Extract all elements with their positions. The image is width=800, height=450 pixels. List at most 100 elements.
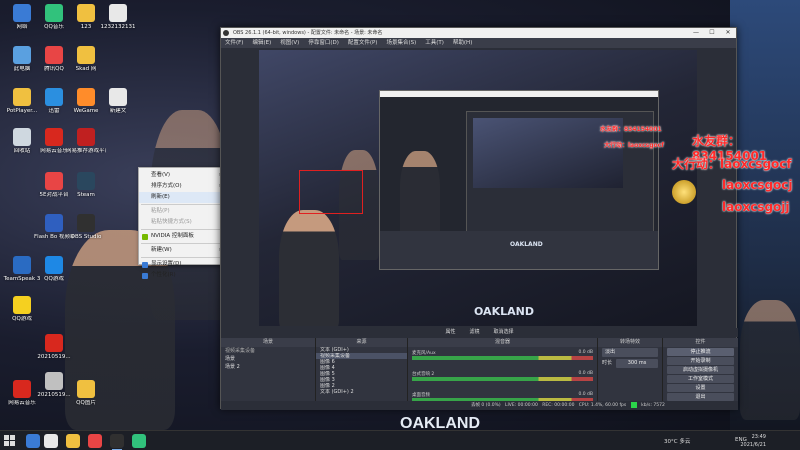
context-menu-item[interactable]: NVIDIA 控制面板 bbox=[139, 231, 225, 242]
tab-filters[interactable]: 滤镜 bbox=[469, 328, 479, 337]
mixer-channel-value: 0.0 dB bbox=[578, 350, 593, 355]
desktop-icon-label: 新建文 bbox=[109, 108, 127, 114]
scenes-header: 视频采集设备 bbox=[225, 348, 256, 354]
menu-item-label: 新建(W) bbox=[151, 247, 172, 253]
context-menu-item[interactable]: 排序方式(O)› bbox=[139, 181, 225, 192]
source-item[interactable]: 文本 (GDI+) 2 bbox=[316, 389, 407, 395]
transition-select[interactable]: 淡出 bbox=[602, 348, 658, 357]
scene-item[interactable]: 场景 bbox=[221, 355, 315, 363]
duration-row: 时长 300 ms bbox=[602, 359, 658, 368]
taskbar-app-icon[interactable] bbox=[66, 434, 80, 448]
control-button[interactable]: 工作室模式 bbox=[667, 375, 734, 383]
desktop-icon[interactable]: 1232132131 bbox=[100, 4, 136, 31]
desktop-icon[interactable]: QQ图片 bbox=[68, 380, 104, 407]
menu-0[interactable]: 文件(F) bbox=[225, 38, 243, 48]
menu-6[interactable]: 工具(T) bbox=[425, 38, 444, 48]
wallpaper-player-right bbox=[740, 300, 800, 420]
tab-deselect[interactable]: 取消选择 bbox=[494, 328, 514, 337]
overlay-qq-small: 水友群：834154001 bbox=[600, 126, 662, 133]
control-button[interactable]: 退出 bbox=[667, 393, 734, 401]
app-icon bbox=[45, 46, 63, 64]
app-icon bbox=[45, 172, 63, 190]
desktop-icon[interactable]: OBS Studio bbox=[68, 214, 104, 241]
duration-input[interactable]: 300 ms bbox=[616, 359, 658, 368]
app-icon bbox=[77, 380, 95, 398]
app-icon bbox=[77, 214, 95, 232]
desktop-icon[interactable]: QQ游戏 bbox=[36, 256, 72, 283]
controls-title: 控件 bbox=[663, 338, 738, 347]
obs-statusbar: 丢帧 0 (0.0%) LIVE: 00:00:00 REC: 00:00:00… bbox=[221, 401, 738, 410]
app-icon bbox=[13, 128, 31, 146]
scenes-list: 场景 场景 2 bbox=[221, 355, 315, 371]
sources-title: 来源 bbox=[316, 338, 407, 347]
context-menu-item[interactable]: 刷新(E) bbox=[139, 192, 225, 203]
desktop-icon[interactable]: 新建文 bbox=[100, 88, 136, 115]
menu-item-label: 个性化(R) bbox=[151, 272, 176, 278]
desktop-context-menu: 查看(V)›排序方式(O)› 刷新(E) 粘贴(P) 粘贴快捷方式(S) NVIDIA … bbox=[138, 167, 226, 279]
minimize-button[interactable]: — bbox=[688, 28, 704, 38]
desktop-icon[interactable]: QQ游戏 bbox=[4, 296, 40, 323]
mixer-channel-value: 0.0 dB bbox=[578, 392, 593, 397]
taskbar-app-icon[interactable] bbox=[132, 434, 146, 448]
maximize-button[interactable]: ☐ bbox=[704, 28, 720, 38]
app-icon bbox=[77, 88, 95, 106]
mixer-dock: 混音器 麦克风/Aux 0.0 dB 台式音响 2 0.0 dB 桌面音频 0.0 dB bbox=[408, 338, 598, 402]
desktop-icon-label: 1232132131 bbox=[100, 24, 136, 30]
volume-meter[interactable] bbox=[412, 356, 593, 360]
context-menu-item[interactable]: 新建(W)› bbox=[139, 245, 225, 256]
menu-3[interactable]: 停靠窗口(D) bbox=[308, 38, 339, 48]
close-button[interactable]: ✕ bbox=[720, 28, 736, 38]
desktop-icon[interactable]: 20210519... bbox=[36, 334, 72, 361]
preview-selection-box[interactable] bbox=[299, 170, 363, 214]
scene-item[interactable]: 场景 2 bbox=[221, 363, 315, 371]
control-button[interactable]: 启动虚拟摄像机 bbox=[667, 366, 734, 374]
menu-item-label: 刷新(E) bbox=[151, 194, 170, 200]
desktop-icon[interactable]: 20210519... bbox=[36, 372, 72, 399]
preview-banner-text: OAKLAND bbox=[474, 305, 534, 318]
taskbar-app-icon[interactable] bbox=[110, 434, 124, 450]
desktop-icon[interactable]: Skad 网 bbox=[68, 46, 104, 73]
menu-item-label: NVIDIA 控制面板 bbox=[151, 233, 194, 239]
transitions-title: 转场特效 bbox=[598, 338, 662, 347]
tab-properties[interactable]: 属性 bbox=[445, 328, 455, 337]
menu-1[interactable]: 编辑(E) bbox=[252, 38, 271, 48]
menu-7[interactable]: 帮助(H) bbox=[453, 38, 472, 48]
control-button[interactable]: 设置 bbox=[667, 384, 734, 392]
obs-app-icon bbox=[223, 30, 229, 36]
windows-start-icon[interactable] bbox=[4, 435, 16, 447]
weather-text[interactable]: 30°C 多云 bbox=[664, 437, 690, 445]
overlay-id-2: laoxcsgojj bbox=[722, 200, 790, 214]
obs-preview[interactable]: OAKLAND OAKLAND bbox=[259, 50, 697, 326]
obs-menubar: 文件(F) 编辑(E) 视图(V) 停靠窗口(D) 配置文件(P) 场景集合(S) 工具(T… bbox=[221, 38, 736, 48]
stream-health-icon bbox=[630, 401, 637, 408]
menu-5[interactable]: 场景集合(S) bbox=[386, 38, 416, 48]
context-menu-item[interactable]: 显示设置(D) bbox=[139, 259, 225, 270]
desktop-icon[interactable]: Steam bbox=[68, 172, 104, 199]
scenes-title: 场景 bbox=[221, 338, 315, 347]
desktop-icon[interactable]: 网易云音乐 bbox=[4, 380, 40, 407]
control-button[interactable]: 停止推流 bbox=[667, 348, 734, 356]
clock-date: 2021/6/21 bbox=[740, 442, 766, 448]
preview-player bbox=[279, 210, 339, 326]
app-icon bbox=[13, 296, 31, 314]
mixer-title: 混音器 bbox=[408, 338, 597, 347]
desktop-icon-label: QQ游戏 bbox=[44, 276, 64, 282]
desktop-icon[interactable]: 网易推荐游戏平台 bbox=[66, 128, 106, 155]
overlay-id-1: laoxcsgocj bbox=[722, 178, 793, 192]
control-button[interactable]: 开始录制 bbox=[667, 357, 734, 365]
volume-meter[interactable] bbox=[412, 377, 593, 381]
menu-2[interactable]: 视图(V) bbox=[280, 38, 299, 48]
taskbar-app-icon[interactable] bbox=[26, 434, 40, 448]
menu-4[interactable]: 配置文件(P) bbox=[348, 38, 378, 48]
app-icon bbox=[45, 256, 63, 274]
context-menu-item[interactable]: 查看(V)› bbox=[139, 170, 225, 181]
context-menu-item[interactable]: 个性化(R) bbox=[139, 270, 225, 281]
menu-item-label: 排序方式(O) bbox=[151, 183, 182, 189]
obs-titlebar[interactable]: OBS 26.1.1 (64-bit, windows) - 配置文件: 未命名… bbox=[221, 28, 736, 38]
desktop-icon-label: 网易推荐游戏平台 bbox=[66, 148, 106, 154]
app-icon bbox=[109, 4, 127, 22]
taskbar-app-icon[interactable] bbox=[44, 434, 58, 448]
scenes-dock: 场景 视频采集设备 场景 场景 2 bbox=[221, 338, 316, 401]
taskbar-app-icon[interactable] bbox=[88, 434, 102, 448]
clock[interactable]: 23:49 2021/6/21 bbox=[740, 433, 766, 449]
